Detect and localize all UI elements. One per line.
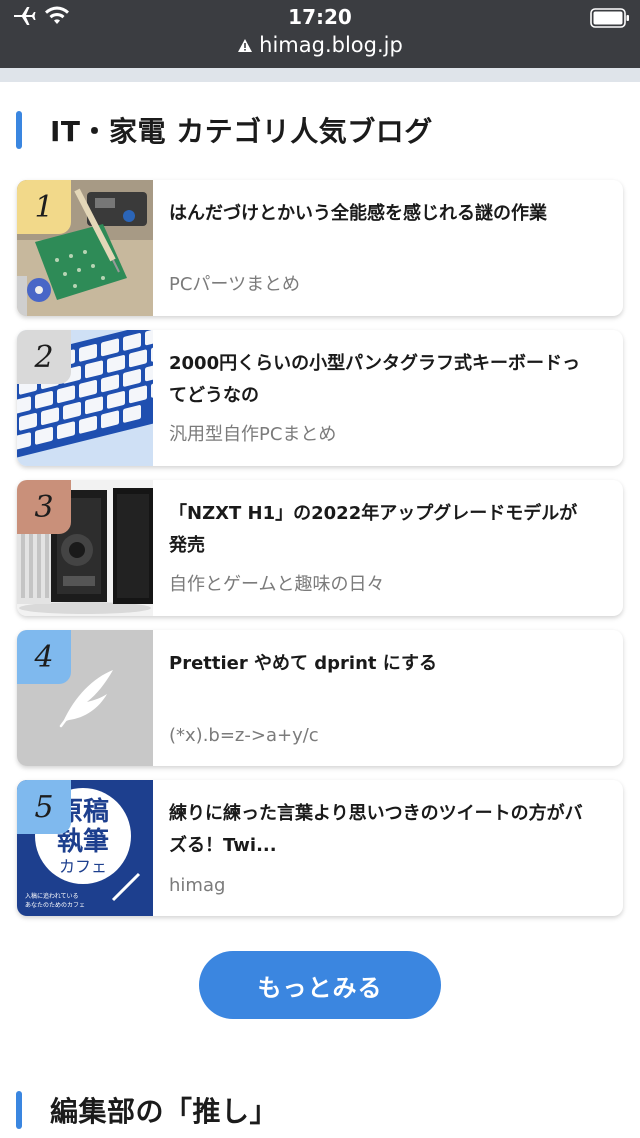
heading-accent-bar [16,1091,22,1129]
section-title: 編集部の「推し」 [50,1095,279,1128]
ranking-card[interactable]: 1 はんだづけとかいう全能感を感じれる謎の作業 PCパーツまとめ [17,180,623,316]
thumbnail-pc-case: 3 [17,480,153,616]
rank-badge: 2 [17,330,71,384]
url-text: himag.blog.jp [259,33,403,57]
show-more-button[interactable]: もっとみる [199,951,441,1019]
status-bar: 17:20 himag.blog.jp [0,0,640,68]
article-title[interactable]: 練りに練った言葉より思いつきのツイートの方がバズる！Twi... [169,798,593,862]
section-heading-editors-pick: 編集部の「推し」 [16,1090,278,1130]
blog-name[interactable]: himag [169,875,225,896]
svg-text:カフェ: カフェ [59,857,107,876]
svg-text:入稿に追われている: 入稿に追われている [25,892,79,900]
rank-badge: 4 [17,630,71,684]
ranking-card[interactable]: 3 「NZXT H1」の2022年アップグレードモデルが発売 自作とゲームと趣味… [17,480,623,616]
thumbnail-manuscript-cafe: 原稿 執筆 カフェ 入稿に追われている あなたのためのカフェ 5 [17,780,153,916]
page-top-divider [0,68,640,82]
ranking-card[interactable]: 4 Prettier やめて dprint にする (*x).b=z->a+y/… [17,630,623,766]
ranking-card[interactable]: 2 2000円くらいの小型パンタグラフ式キーボードってどうなの 汎用型自作PCま… [17,330,623,466]
card-body: Prettier やめて dprint にする (*x).b=z->a+y/c [153,630,623,766]
thumbnail-keyboard: 2 [17,330,153,466]
warning-icon [238,38,253,52]
section-heading-popular: IT・家電 カテゴリ人気ブログ [16,110,433,150]
blog-name[interactable]: PCパーツまとめ [169,270,300,296]
section-title: IT・家電 カテゴリ人気ブログ [50,115,433,148]
ranking-list: 1 はんだづけとかいう全能感を感じれる謎の作業 PCパーツまとめ 2 2000円… [17,180,623,930]
blog-name[interactable]: 自作とゲームと趣味の日々 [169,570,384,596]
svg-text:あなたのためのカフェ: あなたのためのカフェ [25,902,85,909]
article-title[interactable]: はんだづけとかいう全能感を感じれる謎の作業 [169,198,593,230]
card-body: 練りに練った言葉より思いつきのツイートの方がバズる！Twi... himag [153,780,623,916]
heading-accent-bar [16,111,22,149]
article-title[interactable]: 「NZXT H1」の2022年アップグレードモデルが発売 [169,498,593,562]
thumbnail-default: 4 [17,630,153,766]
article-title[interactable]: Prettier やめて dprint にする [169,648,593,680]
card-body: はんだづけとかいう全能感を感じれる謎の作業 PCパーツまとめ [153,180,623,316]
article-title[interactable]: 2000円くらいの小型パンタグラフ式キーボードってどうなの [169,348,593,412]
address-bar[interactable]: himag.blog.jp [0,33,640,57]
ranking-card[interactable]: 原稿 執筆 カフェ 入稿に追われている あなたのためのカフェ 5 練りに練った言… [17,780,623,916]
card-body: 「NZXT H1」の2022年アップグレードモデルが発売 自作とゲームと趣味の日… [153,480,623,616]
rank-badge: 1 [17,180,71,234]
clock: 17:20 [288,5,352,29]
card-body: 2000円くらいの小型パンタグラフ式キーボードってどうなの 汎用型自作PCまとめ [153,330,623,466]
battery-icon [590,8,630,32]
blog-name[interactable]: (*x).b=z->a+y/c [169,725,319,746]
blog-name[interactable]: 汎用型自作PCまとめ [169,420,336,446]
thumbnail-soldering: 1 [17,180,153,316]
rank-badge: 3 [17,480,71,534]
rank-badge: 5 [17,780,71,834]
